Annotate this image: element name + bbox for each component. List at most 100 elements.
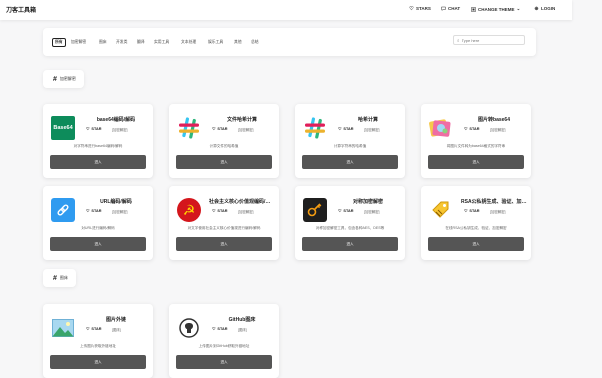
section-header-encrypt: # 加密解密 <box>43 70 84 88</box>
card-description: 对称加密解密工具，包含各种AES、DES等 <box>315 226 385 230</box>
nav-change-theme-label: CHANGE THEME <box>478 6 515 12</box>
star-label: STAR <box>91 326 102 331</box>
tool-card: 文件哈希计算 ♡ STAR [加密解密] 计算文件的哈希值 进入 <box>169 104 279 178</box>
photos-icon <box>429 116 453 140</box>
enter-button[interactable]: 进入 <box>428 155 524 169</box>
card-title: URL编码/解码 <box>100 199 132 205</box>
tool-card: ☭ 社会主义核心价值观编码/解码 ♡ STAR [加密解密] 对文字使用社会主义核… <box>169 186 279 260</box>
top-navbar: 刀客工具箱 ♡ STARS CHAT CHANGE THEME ⌄ ⊕ LOGI… <box>0 0 572 20</box>
star-button[interactable]: ♡ STAR <box>86 326 102 332</box>
tool-card: Base64 base64编码/解码 ♡ STAR [加密解密] 对字符串进行ba… <box>43 104 153 178</box>
heart-icon: ♡ <box>464 127 468 131</box>
card-description: 对URL进行编码/解码 <box>81 226 115 230</box>
heart-icon: ♡ <box>86 209 90 213</box>
star-button[interactable]: ♡ STAR <box>212 208 228 214</box>
star-label: STAR <box>217 326 228 331</box>
tool-card: 对称加密解密 ♡ STAR [加密解密] 对称加密解密工具，包含各种AES、DES… <box>295 186 405 260</box>
nav-stars[interactable]: ♡ STARS <box>409 5 431 12</box>
section-title: 加密解密 <box>59 76 76 81</box>
enter-button[interactable]: 进入 <box>176 355 272 369</box>
tag-key-icon <box>429 198 453 222</box>
enter-button[interactable]: 进入 <box>302 237 398 251</box>
card-title: 哈希计算 <box>357 117 378 123</box>
enter-button[interactable]: 进入 <box>428 237 524 251</box>
enter-button[interactable]: 进入 <box>302 155 398 169</box>
tool-card: GitHub图床 ♡ STAR [图床] 上传图片到GitHub获取外链地址 进入 <box>169 304 279 378</box>
search-box[interactable]: ⌕ <box>453 35 525 45</box>
tool-card: RSA公私钥生成、验证、加解密 ♡ STAR [加密解密] 在线RSA公私钥生成、… <box>421 186 531 260</box>
heart-icon: ♡ <box>338 209 342 213</box>
card-description: 上传图片到GitHub获取外链地址 <box>198 344 250 348</box>
card-tag: [加密解密] <box>364 127 380 132</box>
nav-chat[interactable]: CHAT <box>441 6 460 11</box>
star-label: STAR <box>91 208 102 213</box>
heart-icon: ♡ <box>338 127 342 131</box>
category-other[interactable]: 其他 <box>234 40 242 45</box>
card-title: 对称加密解密 <box>352 199 383 205</box>
chevron-down-icon: ⌄ <box>516 6 521 11</box>
category-imagebed[interactable]: 图床 <box>99 40 107 45</box>
enter-button[interactable]: 进入 <box>50 155 146 169</box>
card-description: 计算字符串的哈希值 <box>333 144 367 148</box>
heart-icon: ♡ <box>212 209 216 213</box>
star-label: STAR <box>217 208 228 213</box>
heart-icon: ♡ <box>212 127 216 131</box>
star-button[interactable]: ♡ STAR <box>338 208 353 214</box>
card-tag: [加密解密] <box>364 209 380 214</box>
card-description: 对文字使用社会主义核心价值观进行编码/解码 <box>187 226 261 230</box>
brand-title[interactable]: 刀客工具箱 <box>6 5 36 14</box>
login-icon: ⊕ <box>534 5 539 12</box>
star-label: STAR <box>469 126 480 131</box>
enter-button[interactable]: 进入 <box>50 237 146 251</box>
star-label: STAR <box>469 208 480 213</box>
hammer-sickle-icon: ☭ <box>177 198 201 222</box>
heart-icon: ♡ <box>409 5 414 12</box>
star-button[interactable]: ♡ STAR <box>212 326 228 332</box>
category-text[interactable]: 文本处理 <box>181 40 196 45</box>
enter-button[interactable]: 进入 <box>176 237 272 251</box>
section-header-imagebed: # 图床 <box>43 269 76 287</box>
hash-icon <box>303 116 327 140</box>
hash-symbol: # <box>53 274 57 282</box>
chat-icon <box>441 6 446 11</box>
card-tag: [加密解密] <box>238 127 254 132</box>
card-description: 对字符串进行base64编码/解码 <box>73 144 123 148</box>
star-button[interactable]: ♡ STAR <box>464 126 480 132</box>
tool-card: 图片转base64 ♡ STAR [加密解密] 将图片文件转为base64格式的字… <box>421 104 531 178</box>
card-title: GitHub图床 <box>228 317 256 323</box>
search-input[interactable] <box>461 37 517 43</box>
section-title: 图床 <box>59 275 68 280</box>
category-summary[interactable]: 总结 <box>251 40 259 45</box>
star-button[interactable]: ♡ STAR <box>86 126 101 132</box>
card-description: 上传图片获取外链地址 <box>80 344 116 348</box>
nav-login[interactable]: ⊕ LOGIN <box>534 5 556 12</box>
card-title: 图片转base64 <box>478 117 510 123</box>
star-button[interactable]: ♡ STAR <box>338 126 353 132</box>
nav-stars-label: STARS <box>416 6 431 11</box>
base64-icon: Base64 <box>51 116 75 140</box>
category-translate[interactable]: 翻译 <box>137 40 145 45</box>
nav-change-theme[interactable]: CHANGE THEME ⌄ <box>471 6 520 12</box>
card-tag: [图床] <box>238 327 247 332</box>
nav-login-label: LOGIN <box>541 6 556 11</box>
card-tag: [加密解密] <box>490 209 506 214</box>
category-encrypt[interactable]: 加密解密 <box>71 40 86 45</box>
enter-button[interactable]: 进入 <box>50 355 146 369</box>
star-button[interactable]: ♡ STAR <box>464 208 480 214</box>
heart-icon: ♡ <box>464 209 468 213</box>
category-fun[interactable]: 娱乐工具 <box>208 40 223 45</box>
heart-icon: ♡ <box>86 127 90 131</box>
category-dev[interactable]: 开发类 <box>116 40 127 45</box>
heart-icon: ♡ <box>212 327 216 331</box>
card-title: 图片外链 <box>105 317 126 323</box>
category-utility[interactable]: 实用工具 <box>154 40 169 45</box>
search-icon: ⌕ <box>457 37 460 43</box>
card-tag: [加密解密] <box>112 209 128 214</box>
category-all[interactable]: 所有 <box>52 38 66 47</box>
enter-button[interactable]: 进入 <box>176 155 272 169</box>
star-button[interactable]: ♡ STAR <box>86 208 102 214</box>
card-description: 在线RSA公私钥生成、验证、加密解密 <box>445 226 507 230</box>
heart-icon: ♡ <box>86 327 90 331</box>
star-button[interactable]: ♡ STAR <box>212 126 227 132</box>
nav-chat-label: CHAT <box>448 6 461 11</box>
